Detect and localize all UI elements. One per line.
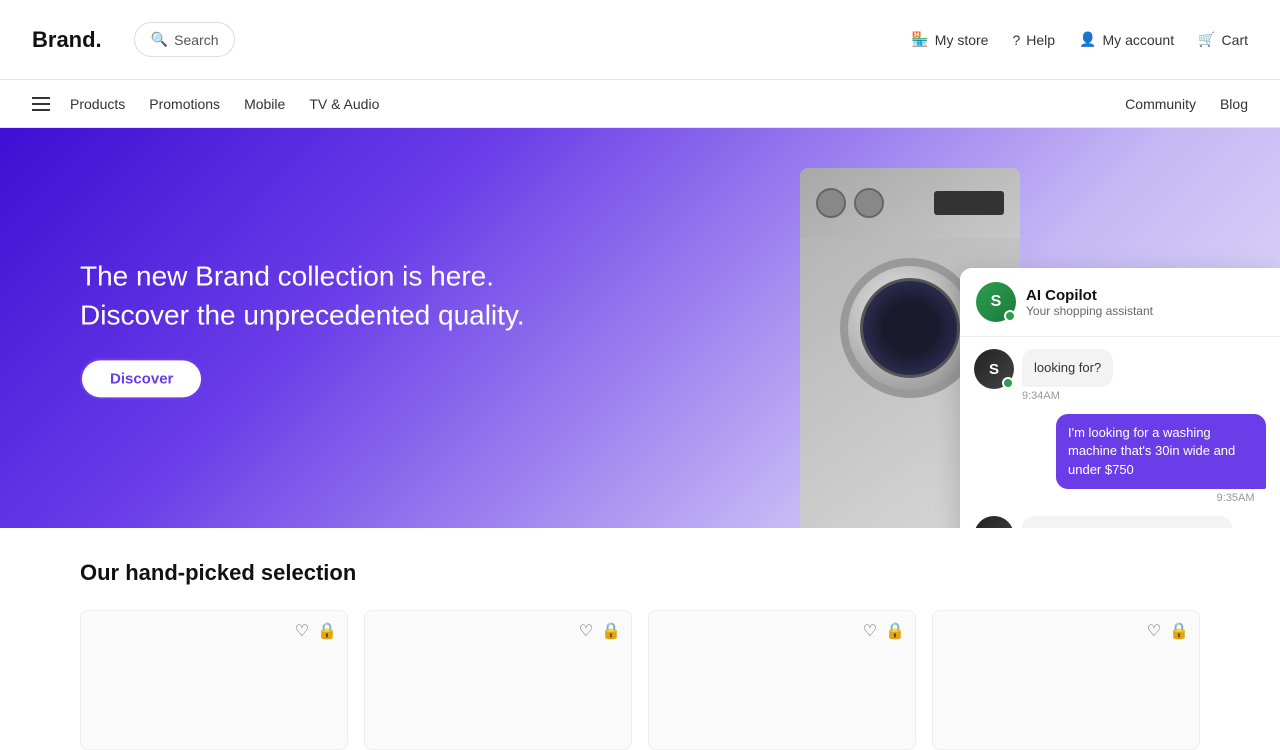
chat-message-1: S looking for? 9:34AM [974,349,1266,402]
user-message-time: 9:35AM ✓ [1056,492,1266,504]
chat-subtitle: Your shopping assistant [1026,304,1264,318]
bot-avatar-2: S [974,516,1014,528]
hero-text: The new Brand collection is here. Discov… [80,256,525,399]
cart-icon-2[interactable]: 🔒 [601,621,621,641]
secondary-nav: Products Promotions Mobile TV & Audio Co… [0,80,1280,128]
secondary-nav-items: Products Promotions Mobile TV & Audio [70,96,379,112]
avatar-online-dot [1004,310,1016,322]
my-account-link[interactable]: 👤 My account [1079,31,1174,48]
cart-icon-1[interactable]: 🔒 [317,621,337,641]
cart-icon: 🛒 [1198,31,1215,48]
nav-mobile[interactable]: Mobile [244,96,285,112]
wishlist-icon-3[interactable]: ♡ [863,621,877,641]
below-hero-section: Our hand-picked selection ♡ 🔒 ♡ 🔒 ♡ 🔒 ♡ … [0,528,1280,750]
nav-tv-audio[interactable]: TV & Audio [309,96,379,112]
product-grid: ♡ 🔒 ♡ 🔒 ♡ 🔒 ♡ 🔒 [80,610,1200,750]
chat-message-user: I'm looking for a washing machine that's… [974,414,1266,504]
search-label: Search [174,32,218,48]
chat-body: S looking for? 9:34AM I'm looking for a … [960,337,1280,528]
bot-message-2-bubble: I've found a selection of washing machin… [1022,516,1232,528]
product-thumb-4: ♡ 🔒 [932,610,1200,750]
chat-header: S AI Copilot Your shopping assistant [960,268,1280,337]
secondary-nav-right: Community Blog [1125,96,1248,112]
search-icon: 🔍 [151,31,168,48]
wishlist-icon-2[interactable]: ♡ [579,621,593,641]
chat-header-info: AI Copilot Your shopping assistant [1026,287,1264,318]
hero-section: The new Brand collection is here. Discov… [0,128,1280,528]
wishlist-icon-1[interactable]: ♡ [295,621,309,641]
hand-picked-title: Our hand-picked selection [80,560,1200,586]
product-thumb-2: ♡ 🔒 [364,610,632,750]
hero-title: The new Brand collection is here. Discov… [80,256,525,334]
account-icon: 👤 [1079,31,1096,48]
chat-panel: S AI Copilot Your shopping assistant S l… [960,268,1280,528]
brand-logo[interactable]: Brand. [32,27,102,53]
discover-button[interactable]: Discover [80,359,203,400]
wishlist-icon-4[interactable]: ♡ [1147,621,1161,641]
help-icon: ? [1012,32,1020,48]
my-store-link[interactable]: 🏪 My store [911,31,988,48]
bot-avatar-1: S [974,349,1014,389]
bot-message-1-time: 9:34AM [1022,390,1113,402]
nav-promotions[interactable]: Promotions [149,96,220,112]
help-link[interactable]: ? Help [1012,32,1055,48]
top-nav: Brand. 🔍 Search 🏪 My store ? Help 👤 My a… [0,0,1280,80]
hamburger-menu[interactable] [32,97,50,111]
search-bar[interactable]: 🔍 Search [134,22,236,57]
store-icon: 🏪 [911,31,928,48]
chat-title: AI Copilot [1026,287,1264,304]
nav-blog[interactable]: Blog [1220,96,1248,112]
product-thumb-3: ♡ 🔒 [648,610,916,750]
cart-icon-3[interactable]: 🔒 [885,621,905,641]
nav-products[interactable]: Products [70,96,125,112]
bot-message-1-bubble: looking for? [1022,349,1113,387]
message-check-icon: ✓ [1258,493,1266,504]
nav-community[interactable]: Community [1125,96,1196,112]
chat-message-2: S I've found a selection of washing mach… [974,516,1266,528]
user-message-bubble: I'm looking for a washing machine that's… [1056,414,1266,489]
bot-avatar-dot [1002,377,1014,389]
cart-link[interactable]: 🛒 Cart [1198,31,1248,48]
cart-icon-4[interactable]: 🔒 [1169,621,1189,641]
product-thumb-1: ♡ 🔒 [80,610,348,750]
chat-avatar: S [976,282,1016,322]
top-nav-right: 🏪 My store ? Help 👤 My account 🛒 Cart [911,31,1248,48]
